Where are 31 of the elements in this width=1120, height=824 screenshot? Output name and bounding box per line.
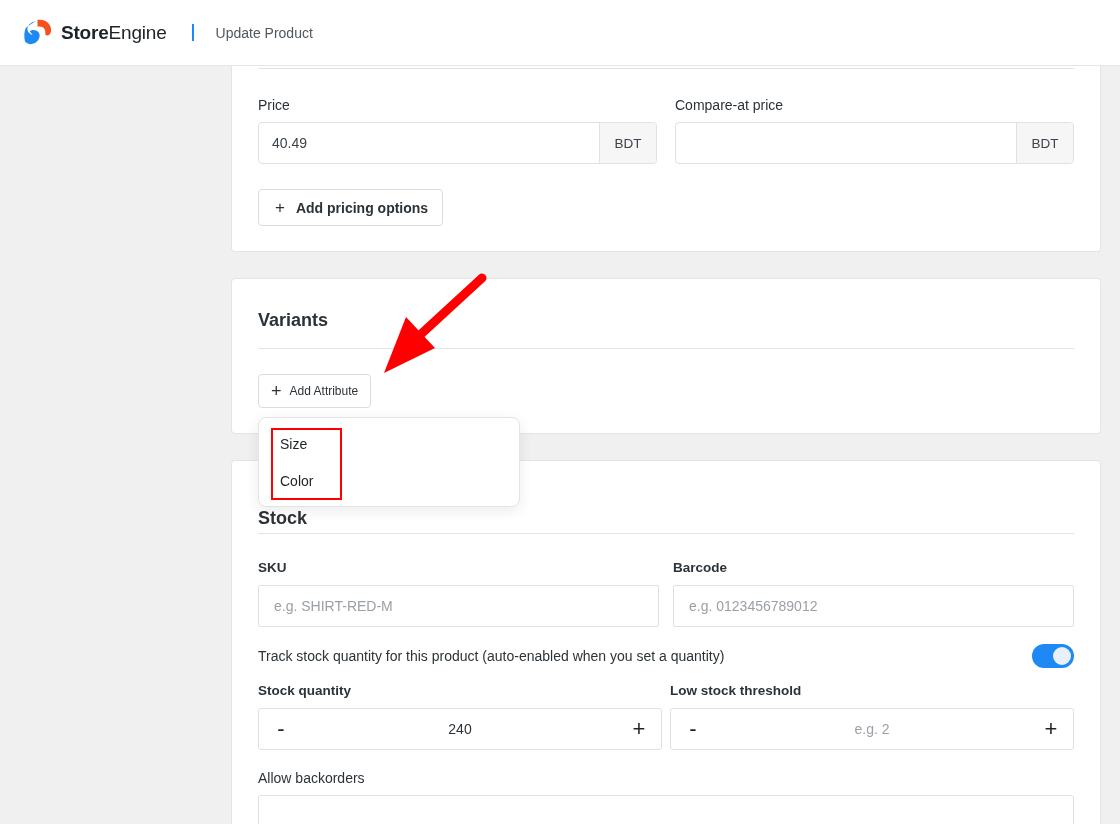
add-pricing-options-button[interactable]: + Add pricing options (258, 189, 444, 226)
currency-addon: BDT (1016, 123, 1073, 163)
placeholder-text: e.g. 2 (853, 721, 891, 737)
price-field[interactable]: 40.49 BDT (258, 122, 657, 164)
text-field[interactable]: e.g. 0123456789012 (673, 585, 1074, 627)
toggle-label: Track stock quantity for this product (auto-enabled when you set a quantity) (258, 648, 725, 664)
text-field[interactable]: e.g. SHIRT-RED-M (258, 585, 659, 627)
compare-price-field[interactable]: BDT (675, 122, 1074, 164)
field-label: Low stock threshold (670, 682, 803, 700)
add-attribute-button[interactable]: + Add Attribute (258, 374, 372, 408)
field-label: Price (258, 96, 291, 114)
menu-item[interactable]: Color (280, 472, 314, 490)
currency-addon: BDT (599, 123, 656, 163)
field-label: Barcode (673, 559, 729, 577)
page-title: Update Product (215, 24, 313, 41)
field-label: Compare-at price (675, 96, 785, 114)
decrement-button[interactable]: - (671, 709, 715, 749)
logo-icon (22, 18, 53, 47)
field-label: Stock quantity (258, 682, 352, 700)
field-value: 240 (447, 721, 473, 737)
increment-button[interactable]: + (1029, 709, 1073, 749)
increment-button[interactable]: + (617, 709, 661, 749)
toggle-switch[interactable] (1032, 644, 1074, 668)
section-title: Stock (258, 508, 308, 529)
menu-item[interactable]: Size (280, 435, 314, 453)
section-title: Variants (258, 310, 329, 331)
field-label: Allow backorders (258, 769, 366, 787)
brand-name: StoreEngine (61, 21, 167, 44)
decrement-button[interactable]: - (259, 709, 303, 749)
field-value: 40.49 (271, 134, 309, 153)
field-label: SKU (258, 559, 288, 577)
